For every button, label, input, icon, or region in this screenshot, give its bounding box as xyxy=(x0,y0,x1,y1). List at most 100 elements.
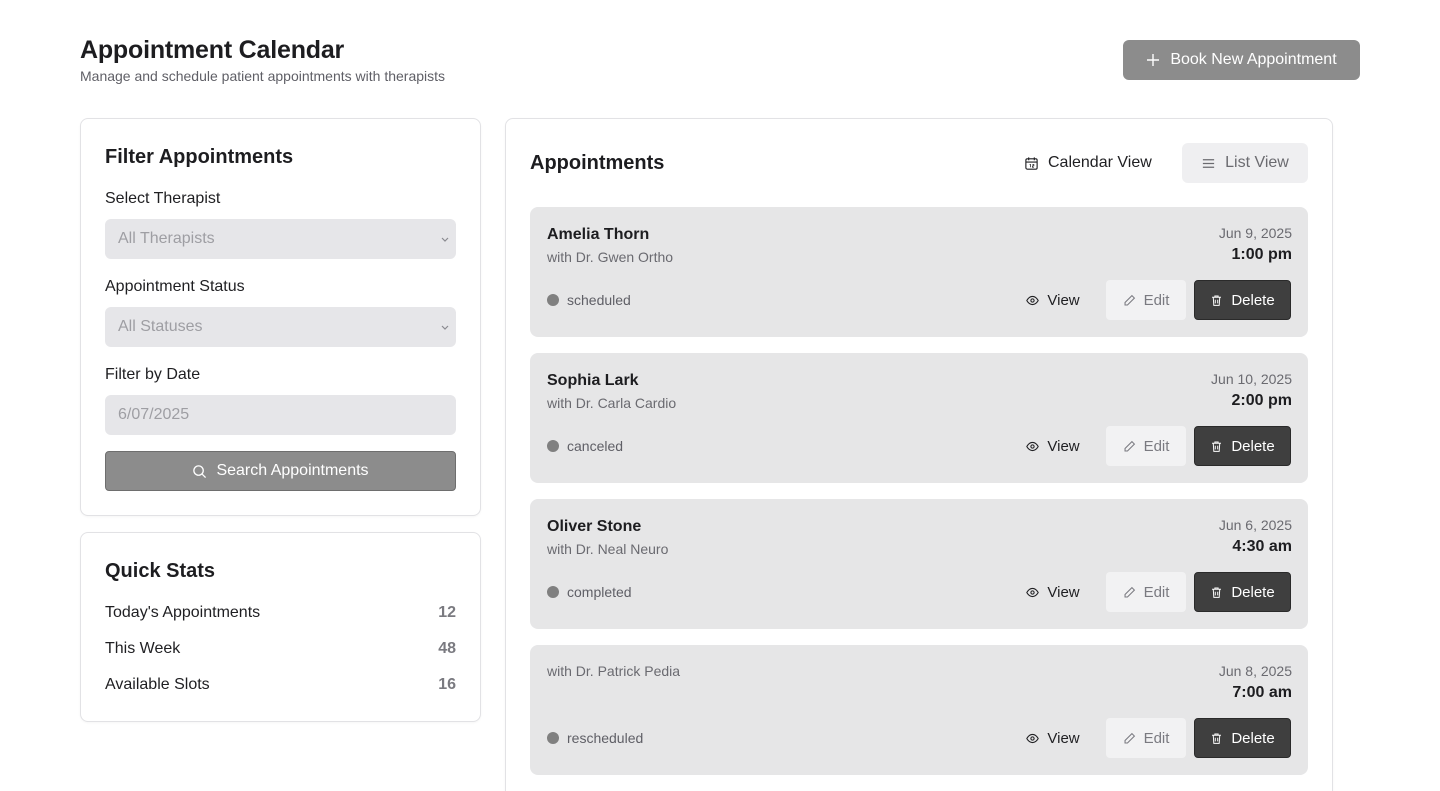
patient-name: Sophia Lark xyxy=(547,372,639,389)
delete-label: Delete xyxy=(1231,291,1275,309)
appointment-card: Sophia Lark with Dr. Carla Cardio Jun 10… xyxy=(530,353,1308,483)
status-dot xyxy=(547,586,559,598)
calendar-view-label: Calendar View xyxy=(1048,154,1152,171)
status-select-value: All Statuses xyxy=(118,318,203,335)
stat-value: 48 xyxy=(438,640,456,657)
appointment-date: Jun 8, 2025 xyxy=(1218,663,1292,679)
therapist-select-value: All Therapists xyxy=(118,230,215,247)
patient-name: Amelia Thorn xyxy=(547,226,650,243)
quick-stats-title: Quick Stats xyxy=(105,560,216,582)
view-label: View xyxy=(1047,729,1080,747)
list-view-label: List View xyxy=(1225,154,1289,171)
delete-label: Delete xyxy=(1231,437,1275,455)
stat-row: Available Slots 16 xyxy=(105,676,456,694)
status-dot xyxy=(547,732,559,744)
status-dot xyxy=(547,294,559,306)
filter-card: Filter Appointments Select Therapist All… xyxy=(80,118,481,516)
stat-label: This Week xyxy=(105,640,181,657)
book-new-appointment-label: Book New Appointment xyxy=(1170,51,1337,68)
stat-row: This Week 48 xyxy=(105,640,456,658)
therapist-name: with Dr. Neal Neuro xyxy=(547,541,669,557)
list-icon xyxy=(1203,158,1215,168)
view-button[interactable]: View xyxy=(1018,426,1088,466)
page-header: Appointment Calendar Manage and schedule… xyxy=(80,36,445,84)
view-label: View xyxy=(1047,291,1080,309)
delete-button[interactable]: Delete xyxy=(1194,572,1291,612)
date-input-value: 6/07/2025 xyxy=(118,406,190,423)
delete-button[interactable]: Delete xyxy=(1194,718,1291,758)
edit-label: Edit xyxy=(1143,291,1170,309)
delete-button[interactable]: Delete xyxy=(1194,280,1291,320)
status-dot xyxy=(547,440,559,452)
therapist-label: Select Therapist xyxy=(105,190,221,207)
search-icon xyxy=(193,464,207,478)
appointment-card: with Dr. Patrick Pedia Jun 8, 2025 7:00 … xyxy=(530,645,1308,775)
appointment-card: Amelia Thorn with Dr. Gwen Ortho Jun 9, … xyxy=(530,207,1308,337)
patient-name: Oliver Stone xyxy=(547,518,642,535)
edit-button[interactable]: Edit xyxy=(1106,572,1186,612)
therapist-select[interactable]: All Therapists xyxy=(105,219,456,259)
trash-icon xyxy=(1212,441,1222,452)
edit-button[interactable]: Edit xyxy=(1106,426,1186,466)
status-badge: scheduled xyxy=(547,292,631,308)
eye-icon xyxy=(1026,295,1040,305)
list-view-button[interactable]: List View xyxy=(1182,143,1308,183)
quick-stats-card: Quick Stats Today's Appointments 12 This… xyxy=(80,532,481,722)
appointments-card: Appointments Calendar View List View Ame… xyxy=(505,118,1333,791)
status-badge: completed xyxy=(547,584,632,600)
status-label: Appointment Status xyxy=(105,278,245,295)
status-badge: canceled xyxy=(547,438,623,454)
status-badge: rescheduled xyxy=(547,730,643,746)
appointment-time: 4:30 am xyxy=(1232,538,1292,555)
filter-title: Filter Appointments xyxy=(105,146,294,168)
stat-row: Today's Appointments 12 xyxy=(105,604,456,622)
search-appointments-button[interactable]: Search Appointments xyxy=(105,451,456,491)
delete-label: Delete xyxy=(1231,729,1275,747)
pencil-icon xyxy=(1124,440,1135,451)
delete-button[interactable]: Delete xyxy=(1194,426,1291,466)
view-button[interactable]: View xyxy=(1018,280,1088,320)
date-input[interactable]: 6/07/2025 xyxy=(105,395,456,435)
pencil-icon xyxy=(1124,732,1135,743)
trash-icon xyxy=(1212,295,1222,306)
therapist-name: with Dr. Carla Cardio xyxy=(547,395,677,411)
stat-value: 12 xyxy=(438,604,456,621)
appointment-card: Oliver Stone with Dr. Neal Neuro Jun 6, … xyxy=(530,499,1308,629)
therapist-name: with Dr. Patrick Pedia xyxy=(547,663,681,679)
edit-button[interactable]: Edit xyxy=(1106,718,1186,758)
plus-icon xyxy=(1147,54,1160,66)
appointment-time: 1:00 pm xyxy=(1231,246,1292,263)
view-button[interactable]: View xyxy=(1018,572,1088,612)
appointment-date: Jun 10, 2025 xyxy=(1211,371,1292,387)
eye-icon xyxy=(1026,441,1040,451)
chevron-down-icon xyxy=(441,237,449,242)
status-text: completed xyxy=(567,584,632,600)
edit-label: Edit xyxy=(1143,583,1170,601)
status-select[interactable]: All Statuses xyxy=(105,307,456,347)
pencil-icon xyxy=(1124,586,1135,597)
page-subtitle: Manage and schedule patient appointments… xyxy=(80,68,446,84)
status-text: rescheduled xyxy=(567,730,644,746)
edit-button[interactable]: Edit xyxy=(1106,280,1186,320)
appointment-time: 2:00 pm xyxy=(1231,392,1292,409)
edit-label: Edit xyxy=(1143,729,1170,747)
edit-label: Edit xyxy=(1143,437,1170,455)
stat-value: 16 xyxy=(438,676,456,693)
stat-label: Available Slots xyxy=(105,676,210,693)
chevron-down-icon xyxy=(441,325,449,330)
view-button[interactable]: View xyxy=(1018,718,1088,758)
appointment-time: 7:00 am xyxy=(1232,684,1292,701)
trash-icon xyxy=(1212,733,1222,744)
trash-icon xyxy=(1212,587,1222,598)
page-title: Appointment Calendar xyxy=(80,36,345,64)
search-appointments-label: Search Appointments xyxy=(216,462,369,479)
calendar-icon xyxy=(1025,156,1038,170)
appointments-title: Appointments xyxy=(530,152,665,174)
view-label: View xyxy=(1047,437,1080,455)
book-new-appointment-button[interactable]: Book New Appointment xyxy=(1123,40,1360,80)
calendar-view-button[interactable]: Calendar View xyxy=(1024,143,1152,183)
therapist-name: with Dr. Gwen Ortho xyxy=(547,249,674,265)
date-label: Filter by Date xyxy=(105,366,201,383)
appointment-date: Jun 6, 2025 xyxy=(1218,517,1292,533)
view-label: View xyxy=(1047,583,1080,601)
